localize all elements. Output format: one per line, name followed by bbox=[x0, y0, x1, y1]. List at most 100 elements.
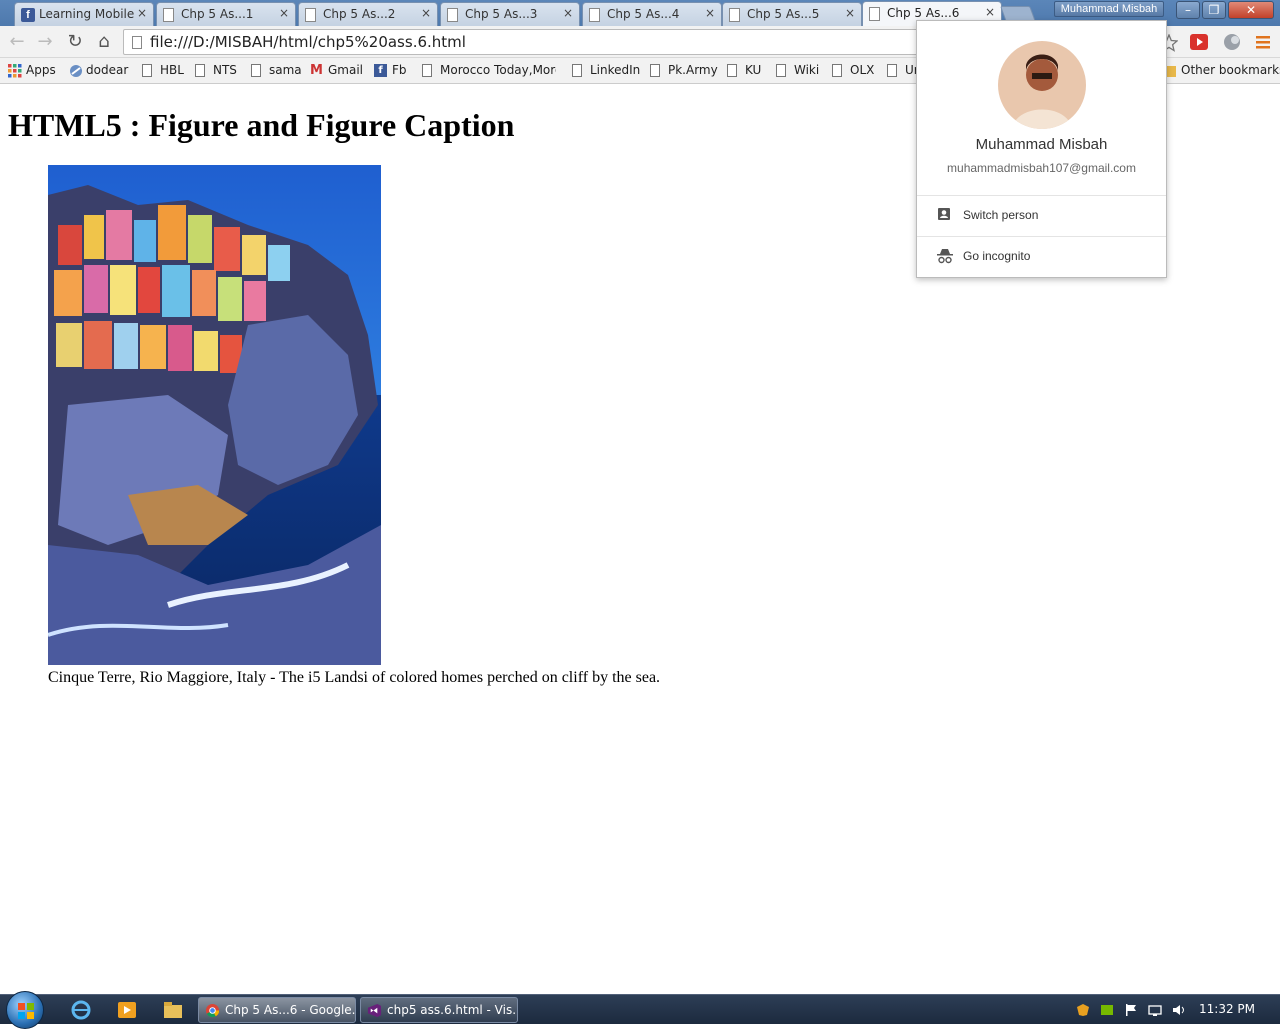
bookmark-label: LinkedIn bbox=[590, 63, 641, 77]
bookmark-olx[interactable]: OLX bbox=[832, 63, 874, 77]
tab-chp5-ass3[interactable]: Chp 5 As...3 × bbox=[440, 2, 580, 26]
bookmark-ur[interactable]: Ur bbox=[887, 63, 919, 77]
close-icon[interactable]: × bbox=[845, 6, 855, 20]
tab-learning-mobile[interactable]: f Learning Mobile × bbox=[14, 2, 154, 26]
bookmark-pk-army[interactable]: Pk.Army bbox=[650, 63, 718, 77]
bookmark-label: Other bookmarks bbox=[1181, 63, 1280, 77]
profile-name: Muhammad Misbah bbox=[975, 136, 1108, 153]
close-icon[interactable]: × bbox=[985, 5, 995, 19]
tab-label: Chp 5 As...3 bbox=[465, 7, 538, 21]
start-button[interactable] bbox=[6, 991, 44, 1029]
bookmark-ku[interactable]: KU bbox=[727, 63, 761, 77]
profile-popup: Muhammad Misbah muhammadmisbah107@gmail.… bbox=[916, 20, 1167, 278]
document-icon bbox=[195, 64, 205, 77]
visual-studio-icon bbox=[367, 1003, 382, 1018]
bookmark-label: Morocco Today,Moro bbox=[440, 63, 556, 77]
close-icon[interactable]: × bbox=[563, 6, 573, 20]
facebook-icon: f bbox=[374, 64, 387, 77]
bookmark-label: Pk.Army bbox=[668, 63, 718, 77]
tab-chp5-ass5[interactable]: Chp 5 As...5 × bbox=[722, 2, 862, 26]
back-button[interactable]: ← bbox=[6, 31, 28, 53]
page-title: HTML5 : Figure and Figure Caption bbox=[8, 107, 515, 143]
forward-button[interactable]: → bbox=[34, 31, 56, 53]
bookmark-label: sama bbox=[269, 63, 302, 77]
taskbar-task-label: chp5 ass.6.html - Vis... bbox=[387, 1003, 518, 1017]
taskbar-chrome-window[interactable]: Chp 5 As...6 - Google... bbox=[198, 997, 356, 1023]
menu-icon[interactable] bbox=[1255, 34, 1271, 50]
bookmark-dodear[interactable]: dodear bbox=[68, 63, 128, 77]
home-button[interactable]: ⌂ bbox=[93, 31, 115, 53]
bookmark-fb[interactable]: f Fb bbox=[374, 63, 407, 77]
bookmark-other-bookmarks[interactable]: Other bookmarks bbox=[1163, 63, 1280, 77]
tab-chp5-ass1[interactable]: Chp 5 As...1 × bbox=[156, 2, 296, 26]
network-icon[interactable] bbox=[1148, 1003, 1162, 1017]
document-icon bbox=[447, 8, 458, 22]
close-icon[interactable]: × bbox=[137, 6, 147, 20]
profile-button[interactable]: Muhammad Misbah bbox=[1054, 1, 1164, 17]
go-incognito-item[interactable]: Go incognito bbox=[917, 236, 1166, 276]
close-window-button[interactable]: ✕ bbox=[1228, 1, 1274, 19]
incognito-icon bbox=[937, 249, 953, 264]
windows-logo-icon bbox=[18, 1003, 34, 1019]
reload-button[interactable]: ↻ bbox=[64, 31, 86, 53]
person-icon bbox=[938, 208, 950, 220]
minimize-button[interactable]: – bbox=[1176, 1, 1200, 19]
switch-person-label: Switch person bbox=[963, 208, 1039, 222]
taskbar-task-label: Chp 5 As...6 - Google... bbox=[225, 1003, 356, 1017]
tab-chp5-ass2[interactable]: Chp 5 As...2 × bbox=[298, 2, 438, 26]
bookmark-label: OLX bbox=[850, 63, 875, 77]
bookmark-linkedin[interactable]: LinkedIn bbox=[572, 63, 640, 77]
volume-icon[interactable] bbox=[1172, 1003, 1186, 1017]
document-icon bbox=[776, 64, 786, 77]
tab-label: Chp 5 As...1 bbox=[181, 7, 254, 21]
bookmark-hbl[interactable]: HBL bbox=[142, 63, 184, 77]
page-icon bbox=[132, 36, 142, 49]
document-icon bbox=[727, 64, 737, 77]
media-player-icon[interactable] bbox=[116, 999, 138, 1021]
bookmark-sama[interactable]: sama bbox=[251, 63, 302, 77]
tab-label: Chp 5 As...2 bbox=[323, 7, 396, 21]
tab-chp5-ass4[interactable]: Chp 5 As...4 × bbox=[582, 2, 722, 26]
avatar bbox=[998, 41, 1086, 129]
document-icon bbox=[422, 64, 432, 77]
document-icon bbox=[589, 8, 600, 22]
bookmark-gmail[interactable]: M Gmail bbox=[310, 63, 363, 77]
restore-button[interactable]: ❐ bbox=[1202, 1, 1226, 19]
bookmark-label: Apps bbox=[26, 63, 56, 77]
bookmark-label: NTS bbox=[213, 63, 237, 77]
bookmark-nts[interactable]: NTS bbox=[195, 63, 237, 77]
address-bar[interactable]: file:///D:/MISBAH/html/chp5%20ass.6.html bbox=[123, 29, 1023, 55]
tab-label: Chp 5 As...6 bbox=[887, 6, 960, 20]
document-icon bbox=[887, 64, 897, 77]
file-explorer-icon[interactable] bbox=[162, 999, 184, 1021]
bookmark-morocco-today[interactable]: Morocco Today,Moro bbox=[422, 63, 556, 77]
gmail-icon: M bbox=[310, 63, 323, 78]
bookmark-icon bbox=[70, 65, 82, 77]
figure-image bbox=[48, 165, 381, 665]
clock[interactable]: 11:32 PM bbox=[1192, 1002, 1262, 1016]
bookmark-label: Wiki bbox=[794, 63, 820, 77]
figure-caption: Cinque Terre, Rio Maggiore, Italy - The … bbox=[48, 669, 661, 686]
taskbar: Chp 5 As...6 - Google... chp5 ass.6.html… bbox=[0, 991, 1280, 1029]
bookmark-apps[interactable]: Apps bbox=[8, 63, 56, 78]
extension-icon[interactable] bbox=[1222, 33, 1242, 51]
bookmark-wiki[interactable]: Wiki bbox=[776, 63, 819, 77]
document-icon bbox=[251, 64, 261, 77]
internet-explorer-icon[interactable] bbox=[70, 999, 92, 1021]
nvidia-tray-icon[interactable] bbox=[1100, 1003, 1114, 1017]
document-icon bbox=[163, 8, 174, 22]
close-icon[interactable]: × bbox=[421, 6, 431, 20]
shield-tray-icon[interactable] bbox=[1076, 1003, 1090, 1017]
apps-grid-icon bbox=[8, 64, 22, 78]
facebook-icon: f bbox=[21, 8, 35, 22]
document-icon bbox=[305, 8, 316, 22]
switch-person-item[interactable]: Switch person bbox=[917, 195, 1166, 235]
bookmark-label: Fb bbox=[392, 63, 407, 77]
youtube-extension-icon[interactable] bbox=[1190, 34, 1208, 50]
bookmark-label: dodear bbox=[86, 63, 129, 77]
tab-label: Chp 5 As...4 bbox=[607, 7, 680, 21]
taskbar-visual-studio-window[interactable]: chp5 ass.6.html - Vis... bbox=[360, 997, 518, 1023]
flag-icon[interactable] bbox=[1124, 1003, 1138, 1017]
close-icon[interactable]: × bbox=[705, 6, 715, 20]
close-icon[interactable]: × bbox=[279, 6, 289, 20]
